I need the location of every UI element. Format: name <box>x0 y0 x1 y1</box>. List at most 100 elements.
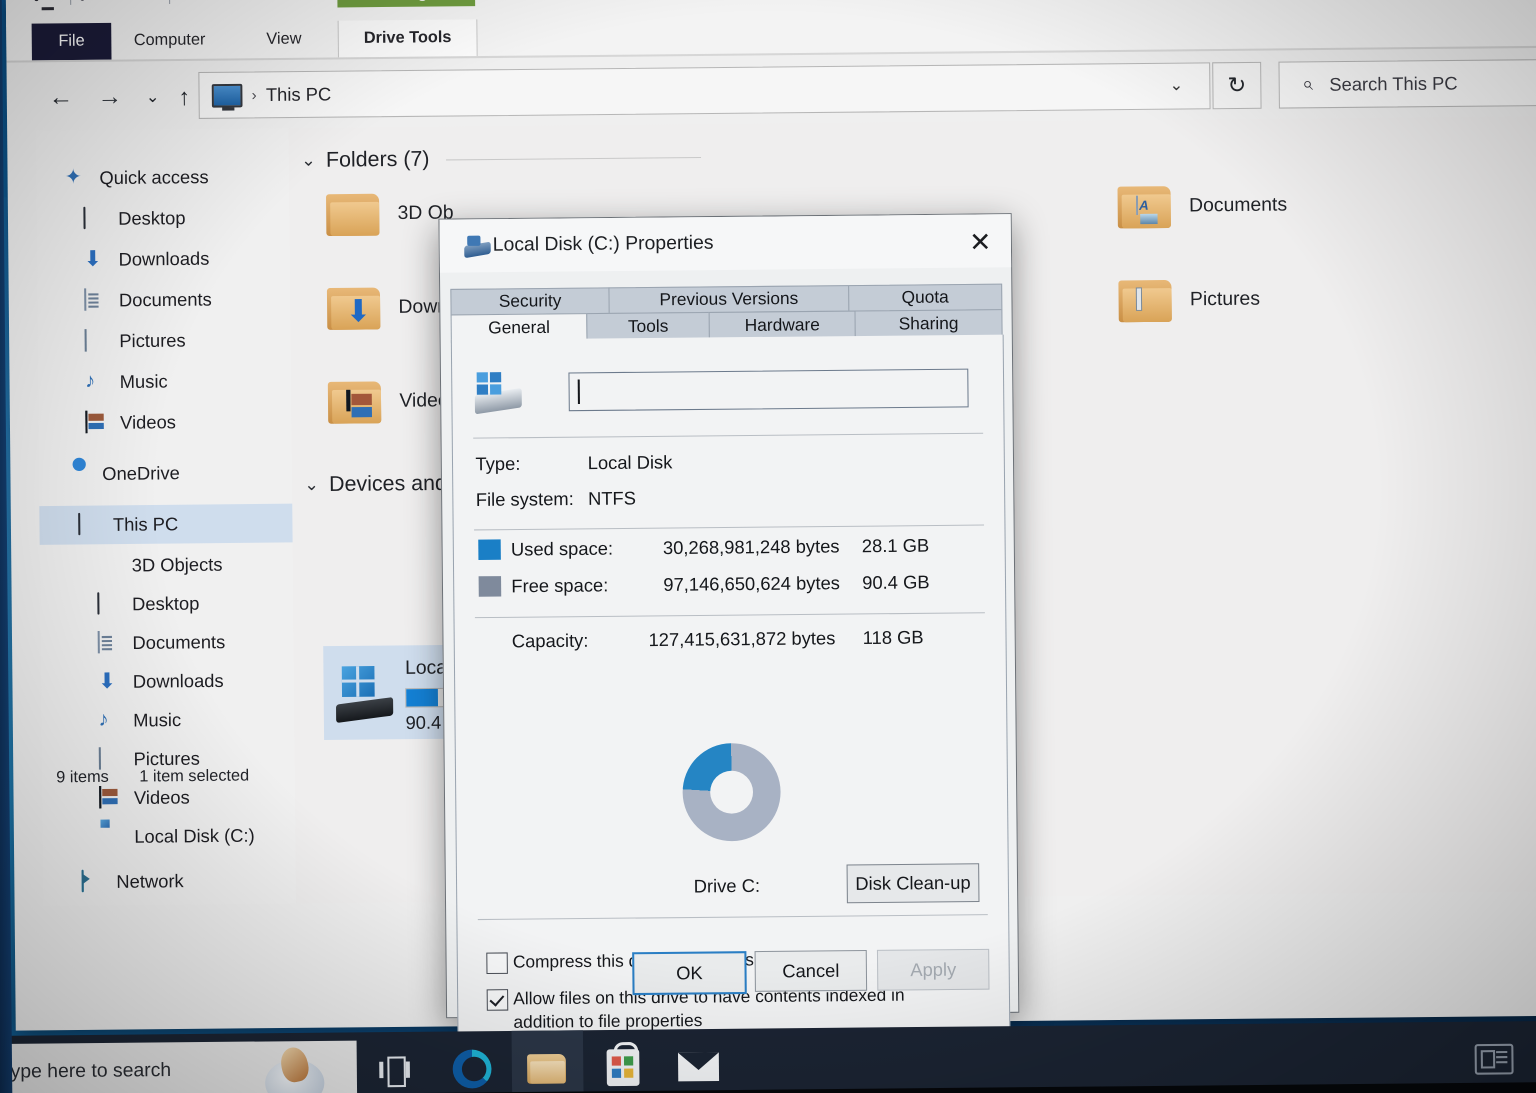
free-space-pretty: 90.4 GB <box>862 571 930 594</box>
sidebar-item-label: This PC <box>112 513 179 535</box>
folder-tile-documents[interactable]: Documents <box>1117 182 1287 231</box>
folder-icon <box>325 191 384 238</box>
this-pc-icon <box>211 83 243 108</box>
monitor-icon <box>78 512 105 537</box>
sidebar-item-quick-access[interactable]: ✦ Quick access <box>36 157 318 198</box>
folder-tile-3d-objects[interactable]: 3D Ob <box>325 190 454 238</box>
folder-tile-pictures[interactable]: Pictures <box>1118 276 1260 324</box>
folder-icon <box>1118 277 1176 324</box>
group-label: Devices and <box>328 471 448 497</box>
search-input[interactable]: Search This PC <box>1329 73 1457 96</box>
download-icon: ⬇ <box>83 247 102 272</box>
disk-cleanup-button[interactable]: Disk Clean-up <box>846 863 980 904</box>
group-label: Folders (7) <box>325 147 430 172</box>
breadcrumb-path[interactable]: This PC <box>266 84 331 106</box>
back-button[interactable]: ← <box>43 81 78 114</box>
up-button[interactable]: ↑ <box>167 80 202 113</box>
divider-1 <box>473 432 984 439</box>
group-header-devices[interactable]: ⌄ Devices and <box>304 472 447 498</box>
network-icon <box>81 869 109 894</box>
properties-checkbox-icon[interactable] <box>80 0 107 6</box>
tab-drive-tools[interactable]: Drive Tools <box>337 19 478 58</box>
status-bar: 9 items 1 item selected <box>42 757 312 796</box>
close-icon[interactable]: ✕ <box>964 226 997 258</box>
pc-icon[interactable] <box>34 0 61 6</box>
tab-quota[interactable]: Quota <box>847 283 1003 312</box>
file-explorer-icon[interactable] <box>511 1030 584 1093</box>
chevron-down-icon[interactable]: ⌄ <box>301 150 316 171</box>
folder-icon <box>1117 183 1175 230</box>
address-dropdown-icon[interactable]: ⌄ <box>1169 75 1183 96</box>
text-caret <box>577 379 580 404</box>
sidebar-item-label: OneDrive <box>102 462 180 484</box>
file-system-value: NTFS <box>587 488 637 509</box>
free-space-swatch <box>478 576 502 597</box>
sidebar-item-label: Music <box>119 370 168 392</box>
hard-drive-icon <box>99 826 126 849</box>
ok-button[interactable]: OK <box>632 951 747 996</box>
film-icon <box>346 389 377 423</box>
search-box[interactable]: ⌕ Search This PC <box>1278 58 1536 109</box>
free-space-key: Free space: <box>511 575 609 597</box>
folder-label: Pictures <box>1189 288 1261 311</box>
folder-icon <box>327 378 386 425</box>
tab-previous-versions[interactable]: Previous Versions <box>608 285 850 314</box>
microsoft-store-icon[interactable] <box>587 1030 659 1093</box>
cube-icon <box>97 554 124 577</box>
sidebar-item-label: Desktop <box>118 207 186 229</box>
hard-drive-icon <box>473 372 526 415</box>
cancel-button[interactable]: Cancel <box>754 950 868 992</box>
sidebar-item-label: Network <box>116 870 184 892</box>
sidebar-item-label: Videos <box>119 411 177 433</box>
dialog-button-row: OK Cancel Apply <box>447 948 1019 996</box>
music-note-icon: ♪ <box>98 708 109 731</box>
cortana-icon[interactable] <box>257 1044 331 1093</box>
type-key: Type: <box>475 453 521 475</box>
volume-label-row <box>472 361 982 419</box>
task-view-icon[interactable] <box>359 1032 431 1093</box>
edge-icon[interactable] <box>436 1031 508 1093</box>
group-header-folders[interactable]: ⌄ Folders (7) <box>301 142 974 173</box>
tab-security[interactable]: Security <box>450 287 610 316</box>
dialog-title: Local Disk (C:) Properties <box>492 232 714 256</box>
chevron-down-icon[interactable]: ⌄ <box>304 475 319 496</box>
monitor-icon <box>83 206 110 231</box>
download-icon: ⬇ <box>97 669 117 694</box>
hard-drive-icon <box>335 666 396 723</box>
sidebar-item-label: Documents <box>118 288 212 310</box>
sidebar-item-this-pc[interactable]: This PC <box>39 503 332 545</box>
volume-label-input[interactable] <box>568 368 969 412</box>
dropdown-caret-icon[interactable]: ▾ <box>152 0 160 2</box>
forward-button[interactable]: → <box>92 81 127 114</box>
tab-computer[interactable]: Computer <box>134 22 206 59</box>
drive-caption: Drive C: <box>693 875 761 897</box>
toolbar-divider <box>69 0 72 5</box>
news-and-interests-icon[interactable] <box>1474 1043 1514 1075</box>
sidebar-item-network[interactable]: Network <box>43 860 335 902</box>
contextual-tab-label: Manage <box>376 0 437 7</box>
music-note-icon: ♪ <box>84 369 96 393</box>
folder-label: Documents <box>1188 194 1288 217</box>
properties-dialog: Local Disk (C:) Properties ✕ Security Pr… <box>438 213 1020 1093</box>
address-bar[interactable]: › This PC <box>198 62 1211 119</box>
used-space-swatch <box>478 539 501 560</box>
tab-file[interactable]: File <box>31 22 112 61</box>
mail-icon[interactable] <box>662 1029 734 1093</box>
quick-access-toolbar: ▾ <box>34 0 170 6</box>
sidebar-item-onedrive[interactable]: OneDrive <box>39 452 321 493</box>
refresh-button[interactable]: ↻ <box>1212 61 1262 110</box>
screenshot-root: ▾ Manage This PC File Computer View Driv… <box>0 0 1536 1093</box>
paste-icon[interactable] <box>116 0 143 6</box>
folder-tile-downloads[interactable]: ⬇ Down <box>326 284 448 332</box>
dialog-tab-strip: Security Previous Versions Quota General… <box>450 283 1003 343</box>
folder-tile-videos[interactable]: Videos <box>327 378 459 426</box>
divider-3 <box>474 612 985 619</box>
apply-button: Apply <box>876 948 990 991</box>
taskbar-search-placeholder: Type here to search <box>0 1059 172 1083</box>
sidebar-item-label: Documents <box>132 631 226 653</box>
capacity-bytes: 127,415,631,872 bytes <box>648 627 836 651</box>
sidebar-item-label: Desktop <box>131 592 200 614</box>
recent-locations-button[interactable]: ⌄ <box>135 80 170 113</box>
used-space-key: Used space: <box>510 538 614 560</box>
tab-view[interactable]: View <box>266 21 301 58</box>
